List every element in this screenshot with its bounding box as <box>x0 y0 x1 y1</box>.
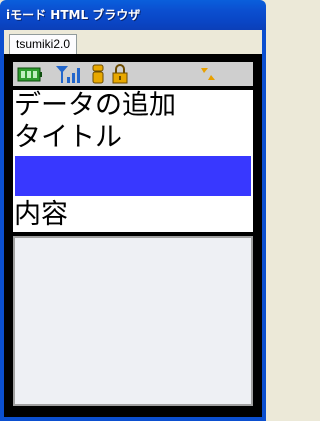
title-input[interactable] <box>13 154 253 198</box>
content-label: 内容 <box>13 198 253 232</box>
data-transfer-arrows-icon <box>201 68 215 80</box>
content-textarea[interactable] <box>13 236 253 406</box>
phone-screen: データの追加 タイトル 内容 <box>4 54 262 417</box>
title-input-value <box>15 156 251 196</box>
window-title: iモード HTML ブラウザ <box>6 8 141 22</box>
lock-icon <box>112 64 128 84</box>
tab-tsumiki[interactable]: tsumiki2.0 <box>9 34 78 54</box>
battery-icon <box>17 67 42 82</box>
tab-bar: tsumiki2.0 <box>4 30 262 54</box>
tab-label: tsumiki2.0 <box>16 37 71 51</box>
title-label: タイトル <box>13 122 253 154</box>
i-mode-icon <box>92 64 104 84</box>
window-title-bar[interactable]: iモード HTML ブラウザ <box>0 0 266 30</box>
page-heading: データの追加 <box>13 90 253 122</box>
signal-antenna-icon <box>56 66 80 83</box>
status-bar <box>13 62 253 86</box>
window-frame-bottom <box>0 417 266 421</box>
window-frame-right <box>262 30 266 421</box>
